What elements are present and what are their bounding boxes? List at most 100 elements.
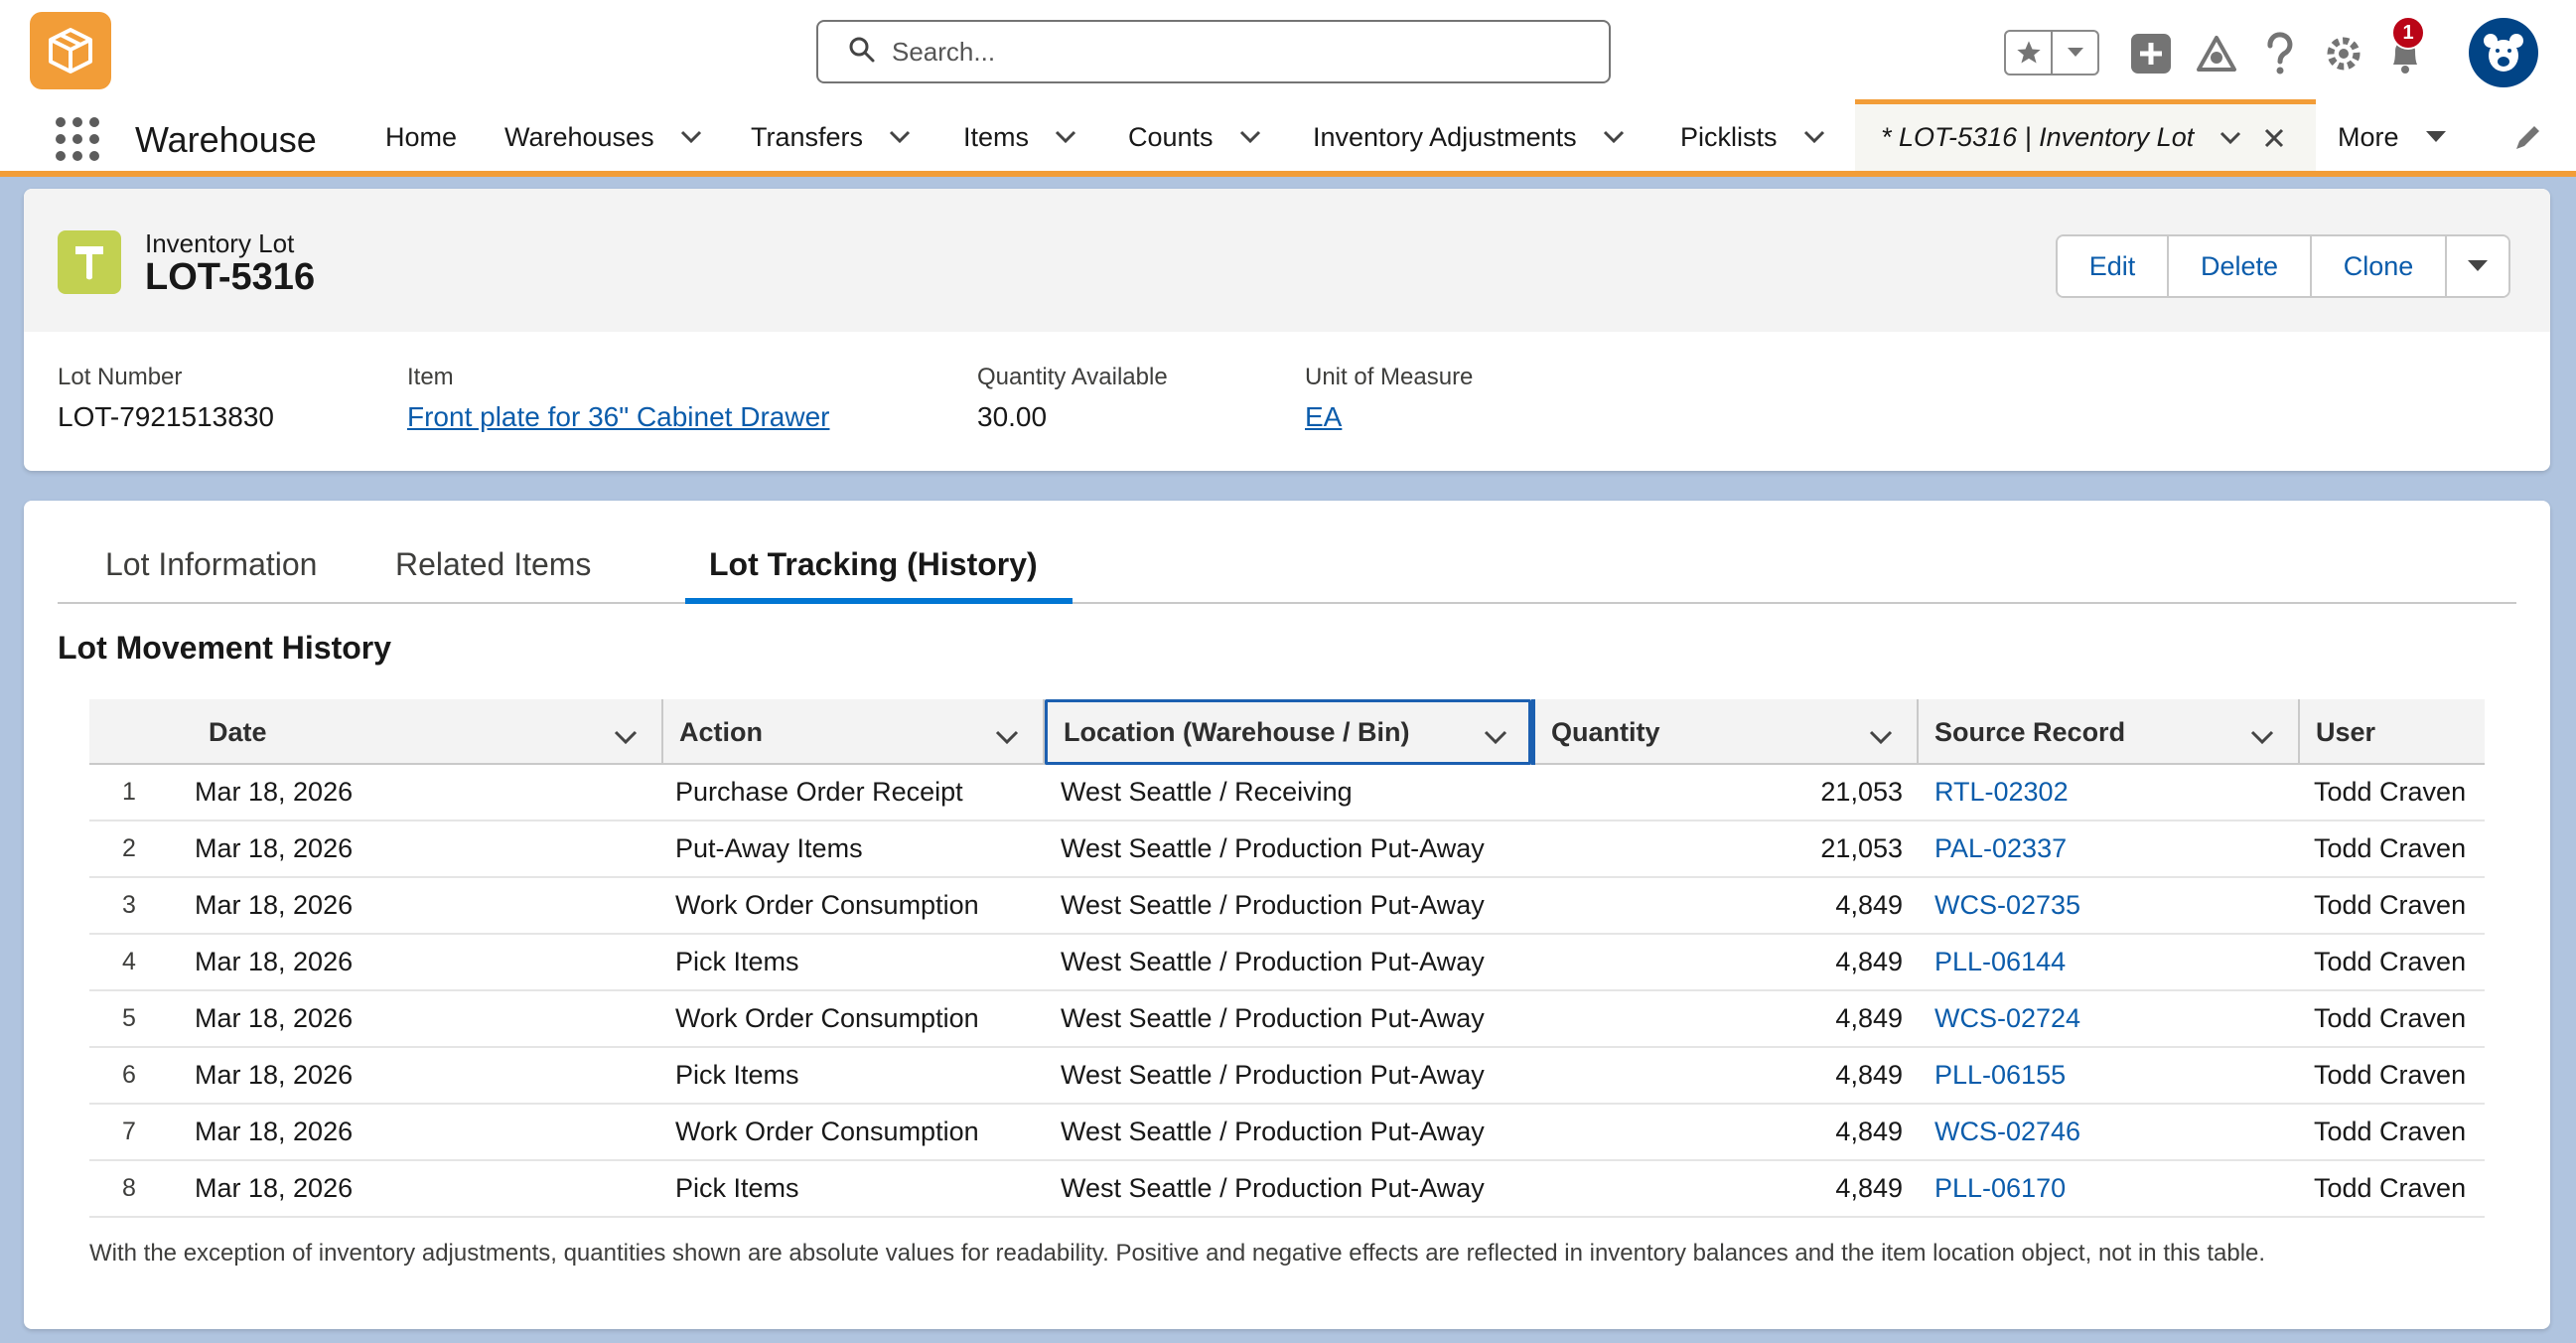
cell-quantity: 4,849 [1835, 1173, 1903, 1203]
search-input[interactable] [892, 36, 1587, 68]
nav-item-picklists[interactable]: Picklists [1680, 103, 1825, 171]
delete-button[interactable]: Delete [2169, 236, 2312, 296]
source-record-link[interactable]: PAL-02337 [1934, 821, 2292, 876]
chevron-down-icon[interactable] [1603, 130, 1625, 144]
column-header-quantity[interactable]: Quantity [1535, 699, 1917, 765]
app-launcher-icon[interactable] [56, 117, 99, 161]
cell-user: Todd Craven [2314, 890, 2467, 920]
tab-lot-information[interactable]: Lot Information [105, 546, 317, 583]
table-body: 1 Mar 18, 2026 Purchase Order Receipt West … [89, 765, 2485, 1218]
cell-date: Mar 18, 2026 [195, 777, 354, 807]
tab-lot-tracking-history[interactable]: Lot Tracking (History) [709, 546, 1038, 583]
column-header-source-record[interactable]: Source Record [1919, 699, 2298, 765]
close-icon[interactable] [2263, 127, 2285, 149]
global-search[interactable] [816, 20, 1611, 83]
table-row[interactable]: 3 Mar 18, 2026 Work Order Consumption West … [89, 878, 2485, 935]
table-row[interactable]: 8 Mar 18, 2026 Pick Items West Seattle / Pr… [89, 1161, 2485, 1218]
trailhead-icon[interactable] [2193, 30, 2240, 77]
chevron-down-icon[interactable] [2250, 721, 2274, 752]
cell-action: Work Order Consumption [675, 1117, 979, 1146]
cell-user: Todd Craven [2314, 833, 2467, 863]
record-tabs: Lot Information Related Items Lot Tracki… [58, 501, 2516, 604]
source-record-link[interactable]: WCS-02746 [1934, 1105, 2292, 1159]
chevron-down-icon[interactable] [1484, 721, 1507, 752]
nav-item-warehouses[interactable]: Warehouses [504, 103, 702, 171]
unit-of-measure-link[interactable]: EA [1305, 401, 1473, 433]
chevron-down-icon[interactable] [1055, 130, 1076, 144]
nav-item-home[interactable]: Home [385, 103, 457, 171]
table-row[interactable]: 1 Mar 18, 2026 Purchase Order Receipt West … [89, 765, 2485, 821]
chevron-down-icon[interactable] [995, 721, 1019, 752]
table-row[interactable]: 5 Mar 18, 2026 Work Order Consumption West … [89, 991, 2485, 1048]
cell-location: West Seattle / Production Put-Away [1061, 1060, 1485, 1090]
nav-item-more[interactable]: More [2338, 103, 2447, 171]
add-icon[interactable] [2127, 30, 2175, 77]
chevron-down-icon[interactable] [1239, 130, 1261, 144]
nav-item-transfers[interactable]: Transfers [751, 103, 911, 171]
avatar[interactable] [2469, 18, 2538, 87]
cell-quantity: 21,053 [1820, 777, 1903, 807]
nav-item-inventory-adjustments[interactable]: Inventory Adjustments [1313, 103, 1625, 171]
chevron-down-icon[interactable] [1869, 721, 1893, 752]
chevron-down-icon[interactable] [1803, 130, 1825, 144]
record-title: LOT-5316 [145, 256, 316, 298]
nav-item-label: More [2338, 121, 2399, 152]
cell-quantity: 4,849 [1835, 1117, 1903, 1146]
edit-nav-pencil-icon[interactable] [2512, 121, 2544, 158]
row-number: 4 [122, 948, 136, 975]
source-record-link[interactable]: WCS-02724 [1934, 991, 2292, 1046]
nav-item-label: Transfers [751, 121, 864, 152]
cell-action: Pick Items [675, 1060, 799, 1090]
gear-icon[interactable] [2320, 30, 2367, 77]
favorites-dropdown-icon[interactable] [2053, 32, 2097, 74]
table-row[interactable]: 2 Mar 18, 2026 Put-Away Items West Seattle … [89, 821, 2485, 878]
help-icon[interactable] [2256, 30, 2304, 77]
lot-movement-history-table: Date Action Location (Warehouse / Bin) Q… [89, 699, 2485, 1218]
section-title: Lot Movement History [58, 630, 392, 666]
table-footnote: With the exception of inventory adjustme… [89, 1240, 2266, 1267]
column-header-user[interactable]: User [2300, 699, 2485, 765]
more-actions-dropdown-icon[interactable] [2447, 236, 2508, 296]
tab-related-items[interactable]: Related Items [395, 546, 591, 583]
nav-item-counts[interactable]: Counts [1128, 103, 1261, 171]
source-record-link[interactable]: PLL-06155 [1934, 1048, 2292, 1103]
item-link[interactable]: Front plate for 36" Cabinet Drawer [407, 401, 829, 433]
table-row[interactable]: 4 Mar 18, 2026 Pick Items West Seattle / Pr… [89, 935, 2485, 991]
row-number: 7 [122, 1118, 136, 1145]
cell-location: West Seattle / Production Put-Away [1061, 1117, 1485, 1146]
chevron-down-icon[interactable] [889, 130, 911, 144]
field-lot-number: Lot Number LOT-7921513830 [58, 364, 274, 433]
source-record-link[interactable]: PLL-06144 [1934, 935, 2292, 989]
field-label: Lot Number [58, 364, 183, 390]
cell-user: Todd Craven [2314, 1117, 2467, 1146]
cell-location: West Seattle / Production Put-Away [1061, 833, 1485, 863]
nav-item-items[interactable]: Items [963, 103, 1076, 171]
nav-item-label: Inventory Adjustments [1313, 121, 1577, 152]
cell-quantity: 4,849 [1835, 1060, 1903, 1090]
tab-lot-5316[interactable]: * LOT-5316 | Inventory Lot [1855, 99, 2316, 171]
column-header-label: Date [209, 716, 267, 747]
column-header-date[interactable]: Date [193, 699, 661, 765]
app-logo-box-icon[interactable] [30, 12, 111, 89]
source-record-link[interactable]: WCS-02735 [1934, 878, 2292, 933]
cell-user: Todd Craven [2314, 947, 2467, 976]
source-record-link[interactable]: RTL-02302 [1934, 765, 2292, 820]
caret-down-icon[interactable] [2425, 130, 2447, 144]
table-row[interactable]: 6 Mar 18, 2026 Pick Items West Seattle / Pr… [89, 1048, 2485, 1105]
chevron-down-icon[interactable] [614, 721, 638, 752]
chevron-down-icon[interactable] [2219, 131, 2241, 145]
cell-date: Mar 18, 2026 [195, 890, 354, 920]
column-header-location[interactable]: Location (Warehouse / Bin) [1045, 699, 1531, 765]
table-row[interactable]: 7 Mar 18, 2026 Work Order Consumption West … [89, 1105, 2485, 1161]
cell-date: Mar 18, 2026 [195, 947, 354, 976]
clone-button[interactable]: Clone [2312, 236, 2447, 296]
source-record-link[interactable]: PLL-06170 [1934, 1161, 2292, 1216]
column-header-action[interactable]: Action [663, 699, 1043, 765]
row-number: 6 [122, 1061, 136, 1089]
edit-button[interactable]: Edit [2058, 236, 2169, 296]
column-header-label: Quantity [1551, 716, 1660, 747]
chevron-down-icon[interactable] [680, 130, 702, 144]
cell-action: Pick Items [675, 947, 799, 976]
star-icon[interactable] [2006, 32, 2053, 74]
app-name: Warehouse [135, 119, 317, 160]
